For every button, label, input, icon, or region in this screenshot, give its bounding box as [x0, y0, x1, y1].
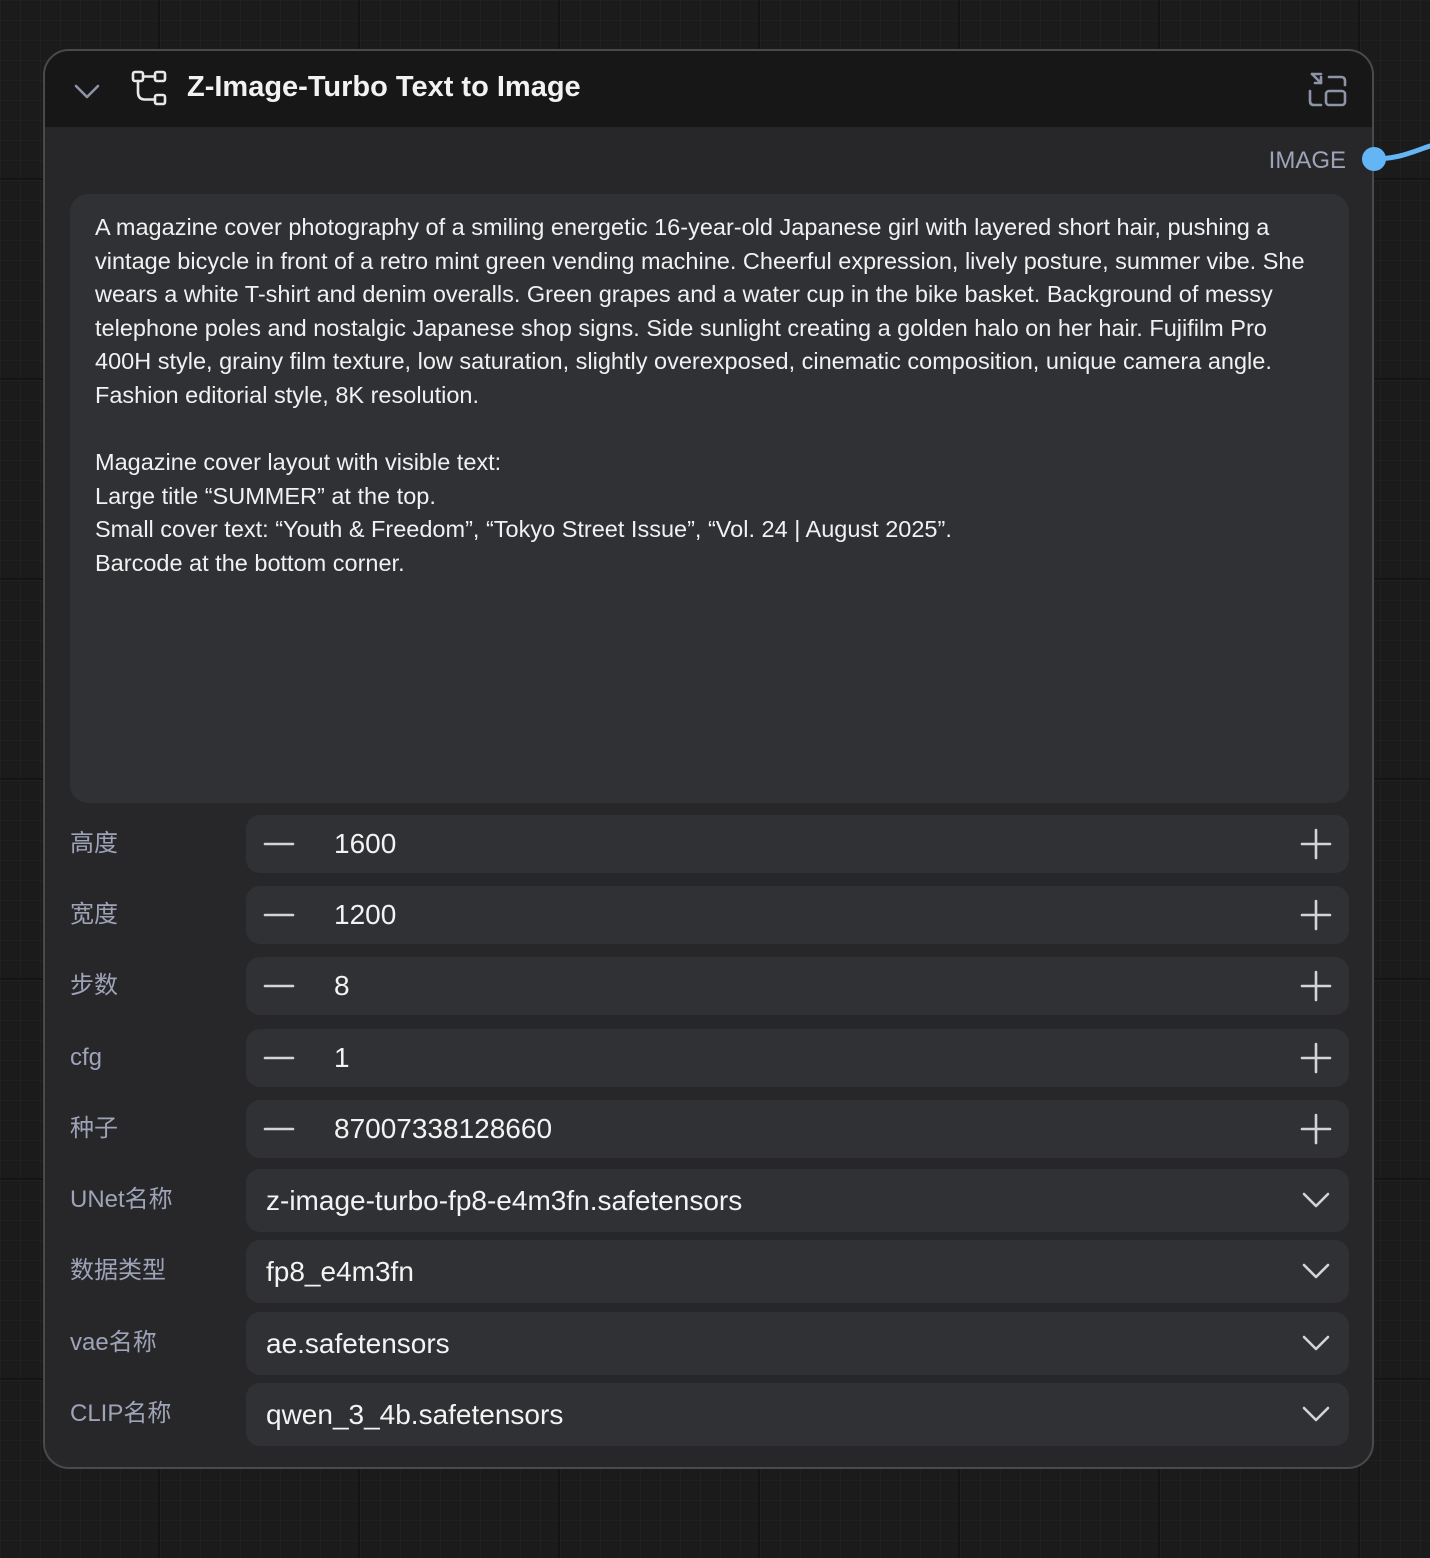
subgraph-icon	[131, 69, 169, 107]
graph-canvas[interactable]: Z-Image-Turbo Text to Image IMAGE A maga…	[0, 0, 1430, 1558]
widget-vae-name: vae名称 ae.safetensors	[70, 1312, 1349, 1375]
number-value: 1200	[334, 899, 397, 930]
widget-label: vae名称	[70, 1329, 157, 1356]
plus-icon[interactable]	[1299, 898, 1333, 932]
combo-value: fp8_e4m3fn	[266, 1256, 414, 1287]
minus-icon[interactable]	[260, 898, 298, 932]
prompt-textarea[interactable]: A magazine cover photography of a smilin…	[70, 194, 1349, 803]
clip-name-select[interactable]: qwen_3_4b.safetensors	[246, 1383, 1349, 1446]
chevron-down-icon[interactable]	[1299, 1399, 1333, 1429]
widget-label: 数据类型	[70, 1257, 166, 1284]
minus-icon[interactable]	[260, 1112, 298, 1146]
combo-value: z-image-turbo-fp8-e4m3fn.safetensors	[266, 1185, 743, 1216]
plus-icon[interactable]	[1299, 1112, 1333, 1146]
plus-icon[interactable]	[1299, 969, 1333, 1003]
widget-label: CLIP名称	[70, 1400, 172, 1427]
number-value: 1600	[334, 828, 397, 859]
width-number-input[interactable]: 1200	[246, 886, 1349, 944]
chevron-down-icon[interactable]	[1299, 1185, 1333, 1215]
number-value: 87007338128660	[334, 1113, 553, 1144]
enter-subgraph-icon[interactable]	[1307, 71, 1349, 109]
widget-label: 步数	[70, 972, 118, 999]
seed-number-input[interactable]: 87007338128660	[246, 1100, 1349, 1158]
widget-seed: 种子 87007338128660	[70, 1100, 1349, 1158]
chevron-down-icon[interactable]	[1299, 1328, 1333, 1358]
chevron-down-icon[interactable]	[71, 75, 103, 107]
chevron-down-icon[interactable]	[1299, 1256, 1333, 1286]
widget-label: 高度	[70, 830, 118, 857]
widget-label: 宽度	[70, 901, 118, 928]
dtype-select[interactable]: fp8_e4m3fn	[246, 1240, 1349, 1303]
widget-width: 宽度 1200	[70, 886, 1349, 944]
output-slot-dot[interactable]	[1362, 147, 1386, 171]
minus-icon[interactable]	[260, 827, 298, 861]
combo-value: ae.safetensors	[266, 1328, 450, 1359]
widget-clip-name: CLIP名称 qwen_3_4b.safetensors	[70, 1383, 1349, 1446]
minus-icon[interactable]	[260, 1041, 298, 1075]
combo-value: qwen_3_4b.safetensors	[266, 1399, 564, 1430]
node-header[interactable]: Z-Image-Turbo Text to Image	[45, 51, 1372, 127]
number-value: 1	[334, 1042, 350, 1073]
plus-icon[interactable]	[1299, 1041, 1333, 1075]
widget-label: 种子	[70, 1115, 118, 1142]
widget-steps: 步数 8	[70, 957, 1349, 1015]
minus-icon[interactable]	[260, 969, 298, 1003]
cfg-number-input[interactable]: 1	[246, 1029, 1349, 1087]
steps-number-input[interactable]: 8	[246, 957, 1349, 1015]
widget-height: 高度 1600	[70, 815, 1349, 873]
widget-cfg: cfg 1	[70, 1029, 1349, 1087]
widget-label: cfg	[70, 1044, 103, 1071]
plus-icon[interactable]	[1299, 827, 1333, 861]
widget-unet-name: UNet名称 z-image-turbo-fp8-e4m3fn.safetens…	[70, 1169, 1349, 1232]
unet-name-select[interactable]: z-image-turbo-fp8-e4m3fn.safetensors	[246, 1169, 1349, 1232]
node-title: Z-Image-Turbo Text to Image	[187, 71, 581, 103]
widget-label: UNet名称	[70, 1186, 173, 1213]
widget-dtype: 数据类型 fp8_e4m3fn	[70, 1240, 1349, 1303]
number-value: 8	[334, 970, 350, 1001]
text-to-image-node[interactable]: Z-Image-Turbo Text to Image IMAGE A maga…	[43, 49, 1374, 1469]
output-slot-label: IMAGE	[1268, 147, 1346, 174]
vae-name-select[interactable]: ae.safetensors	[246, 1312, 1349, 1375]
height-number-input[interactable]: 1600	[246, 815, 1349, 873]
